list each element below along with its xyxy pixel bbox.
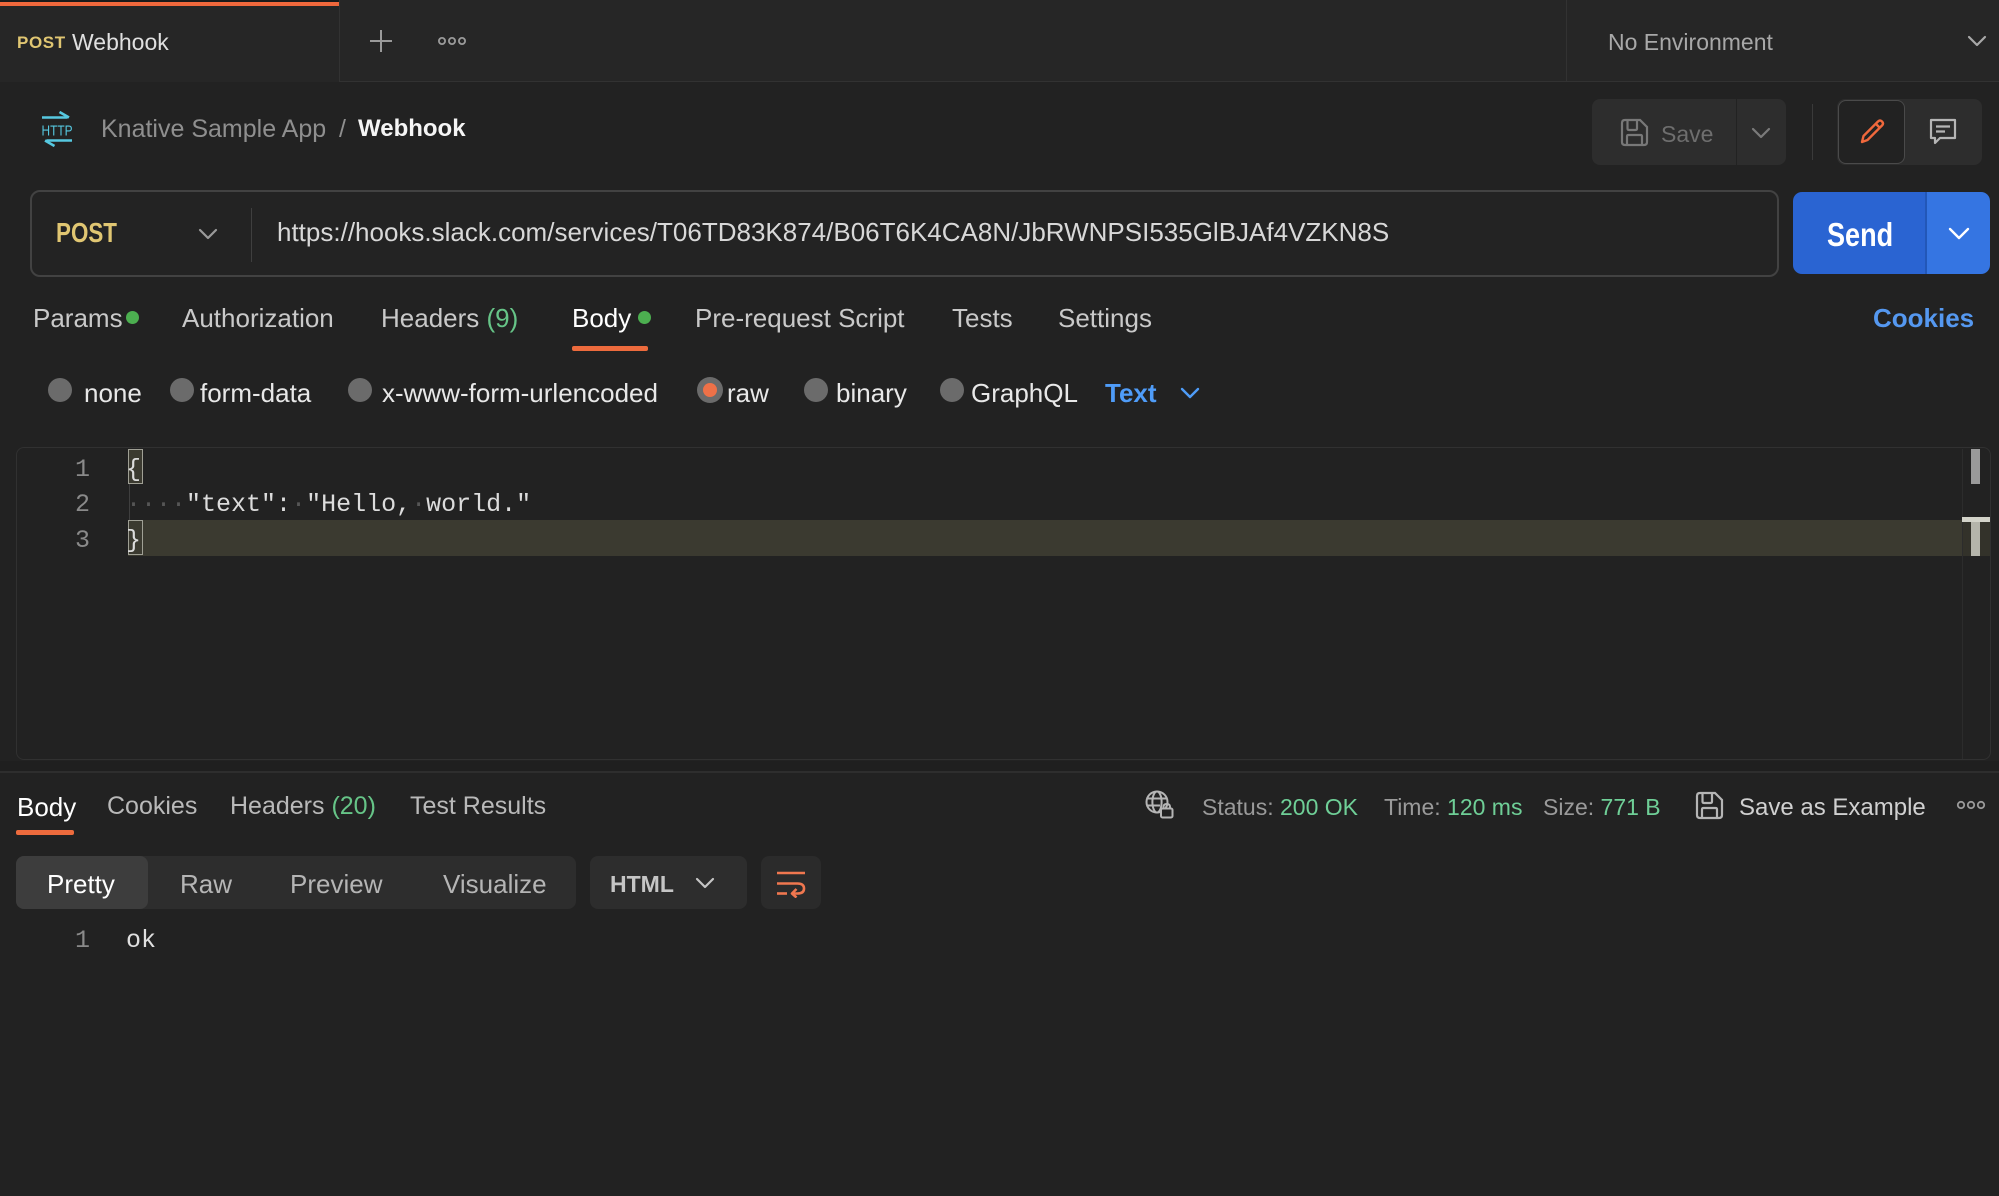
svg-text:HTTP: HTTP [42, 123, 73, 140]
